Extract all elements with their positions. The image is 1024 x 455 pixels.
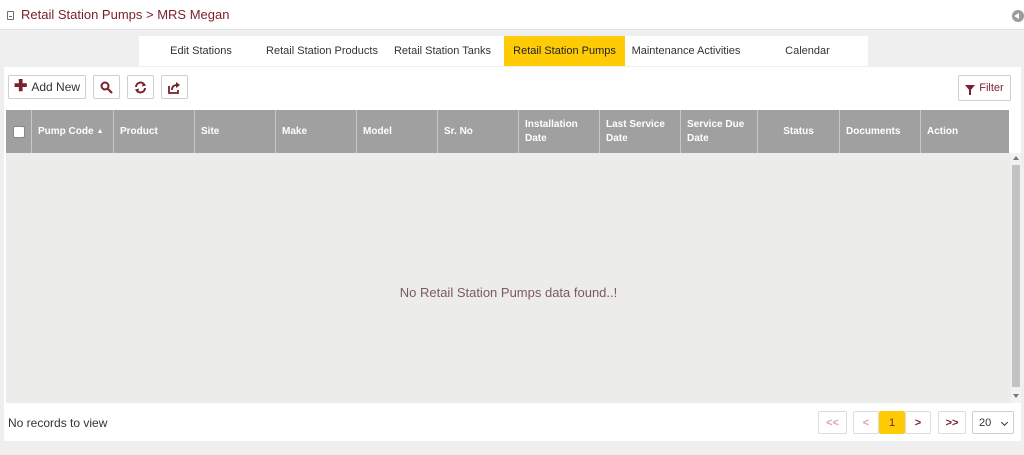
scroll-thumb[interactable] [1012, 165, 1020, 387]
column-label: Pump Code [38, 125, 94, 137]
tab-retail-station-products[interactable]: Retail Station Products [263, 36, 381, 66]
table-body: No Retail Station Pumps data found..! [6, 153, 1011, 403]
back-icon[interactable] [1012, 10, 1024, 22]
column-status[interactable]: Status [758, 110, 840, 153]
tab-edit-stations[interactable]: Edit Stations [139, 36, 263, 66]
column-make[interactable]: Make [276, 110, 357, 153]
export-button[interactable] [161, 75, 188, 99]
column-product[interactable]: Product [114, 110, 195, 153]
search-button[interactable] [93, 75, 120, 99]
vertical-scrollbar[interactable] [1011, 153, 1021, 403]
search-icon [100, 81, 113, 94]
top-bar: Retail Station Pumps > MRS Megan [0, 0, 1024, 30]
column-label: Installation Date [525, 118, 578, 144]
column-pump-code[interactable]: Pump Code ▲ [32, 110, 114, 153]
tab-maintenance-activities[interactable]: Maintenance Activities [625, 36, 747, 66]
column-action[interactable]: Action [921, 110, 1007, 153]
grid-footer: No records to view << < 1 > >> 20 [4, 403, 1021, 441]
rows-per-page-value: 20 [979, 416, 992, 429]
scroll-up-icon[interactable] [1013, 156, 1019, 160]
next-page-button[interactable]: > [905, 411, 931, 434]
add-new-button[interactable]: ✚ Add New [8, 75, 86, 99]
export-icon [168, 81, 180, 94]
column-documents[interactable]: Documents [840, 110, 921, 153]
current-page[interactable]: 1 [879, 411, 905, 434]
tab-calendar[interactable]: Calendar [747, 36, 868, 66]
add-new-label: Add New [31, 80, 81, 94]
column-service-due-date[interactable]: Service Due Date [681, 110, 758, 153]
last-page-button[interactable]: >> [938, 411, 966, 434]
grid-panel: ✚ Add New Filter Pump Code ▲ Product Site… [4, 67, 1021, 441]
funnel-icon [965, 85, 976, 95]
column-sr-no[interactable]: Sr. No [438, 110, 519, 153]
chevron-down-icon [1000, 418, 1009, 427]
scroll-down-icon[interactable] [1013, 394, 1019, 398]
tab-retail-station-pumps[interactable]: Retail Station Pumps [504, 36, 625, 66]
select-all-cell [6, 110, 32, 153]
column-installation-date[interactable]: Installation Date [519, 110, 600, 153]
table-header: Pump Code ▲ Product Site Make Model Sr. N… [6, 110, 1009, 153]
column-site[interactable]: Site [195, 110, 276, 153]
breadcrumb[interactable]: Retail Station Pumps > MRS Megan [21, 7, 229, 22]
prev-page-button[interactable]: < [853, 411, 879, 434]
records-count: No records to view [8, 416, 108, 430]
rows-per-page-select[interactable]: 20 [972, 411, 1014, 434]
column-label: Last Service Date [606, 118, 665, 144]
column-label: Service Due Date [687, 118, 745, 144]
refresh-button[interactable] [127, 75, 154, 99]
plus-icon: ✚ [13, 78, 28, 95]
column-model[interactable]: Model [357, 110, 438, 153]
tab-bar: Edit Stations Retail Station Products Re… [139, 36, 868, 66]
column-last-service-date[interactable]: Last Service Date [600, 110, 681, 153]
sort-icon: ▲ [96, 127, 104, 135]
first-page-button[interactable]: << [818, 411, 847, 434]
tab-retail-station-tanks[interactable]: Retail Station Tanks [381, 36, 504, 66]
refresh-icon [135, 81, 146, 93]
document-icon [7, 11, 14, 20]
grid-toolbar: ✚ Add New [8, 75, 188, 99]
filter-label: Filter [979, 82, 1004, 94]
select-all-checkbox[interactable] [12, 125, 25, 138]
empty-message: No Retail Station Pumps data found..! [399, 285, 618, 300]
filter-button[interactable]: Filter [958, 75, 1011, 101]
